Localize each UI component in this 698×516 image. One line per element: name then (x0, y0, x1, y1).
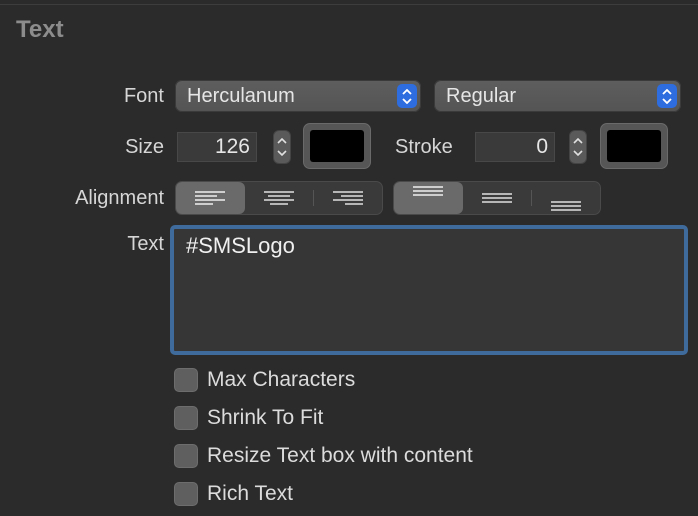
stepper-up-icon[interactable] (277, 137, 287, 144)
size-color-well[interactable] (303, 123, 371, 169)
color-swatch (607, 130, 661, 162)
stroke-field[interactable]: 0 (475, 132, 555, 162)
rich-text-label: Rich Text (207, 482, 293, 505)
stepper-up-icon[interactable] (573, 137, 583, 144)
color-swatch (310, 130, 364, 162)
stepper-down-icon[interactable] (277, 150, 287, 157)
top-align-icon[interactable] (394, 182, 463, 214)
text-content-field[interactable]: #SMSLogo (170, 225, 688, 355)
shrink-to-fit-label: Shrink To Fit (207, 406, 324, 429)
resize-text-box-checkbox[interactable] (174, 444, 198, 468)
size-stepper[interactable] (273, 130, 291, 164)
section-title: Text (16, 16, 64, 43)
right-align-icon[interactable] (313, 182, 382, 214)
text-content-value: #SMSLogo (186, 233, 295, 258)
divider (0, 4, 698, 5)
font-style-popup[interactable]: Regular (434, 80, 681, 112)
text-label: Text (127, 233, 164, 255)
stroke-label: Stroke (395, 136, 453, 158)
max-characters-checkbox[interactable] (174, 368, 198, 392)
size-label: Size (125, 136, 164, 158)
stepper-down-icon[interactable] (573, 150, 583, 157)
size-field[interactable]: 126 (177, 132, 257, 162)
max-characters-option[interactable]: Max Characters (174, 367, 355, 393)
font-style-value: Regular (446, 85, 517, 107)
bottom-align-icon[interactable] (531, 182, 600, 214)
font-family-popup[interactable]: Herculanum (175, 80, 421, 112)
max-characters-label: Max Characters (207, 368, 356, 391)
resize-text-box-label: Resize Text box with content (207, 444, 473, 467)
popup-chevrons-icon (657, 84, 677, 108)
shrink-to-fit-option[interactable]: Shrink To Fit (174, 405, 323, 431)
font-label: Font (123, 85, 164, 107)
stroke-stepper[interactable] (569, 130, 587, 164)
alignment-label: Alignment (75, 187, 164, 209)
middle-align-icon[interactable] (463, 182, 532, 214)
font-family-value: Herculanum (187, 85, 295, 107)
center-align-icon[interactable] (245, 182, 314, 214)
vertical-alignment-control[interactable] (393, 181, 601, 215)
stroke-color-well[interactable] (600, 123, 668, 169)
shrink-to-fit-checkbox[interactable] (174, 406, 198, 430)
left-align-icon[interactable] (176, 182, 245, 214)
popup-chevrons-icon (397, 84, 417, 108)
horizontal-alignment-control[interactable] (175, 181, 383, 215)
resize-text-box-option[interactable]: Resize Text box with content (174, 443, 473, 469)
rich-text-checkbox[interactable] (174, 482, 198, 506)
rich-text-option[interactable]: Rich Text (174, 481, 293, 507)
